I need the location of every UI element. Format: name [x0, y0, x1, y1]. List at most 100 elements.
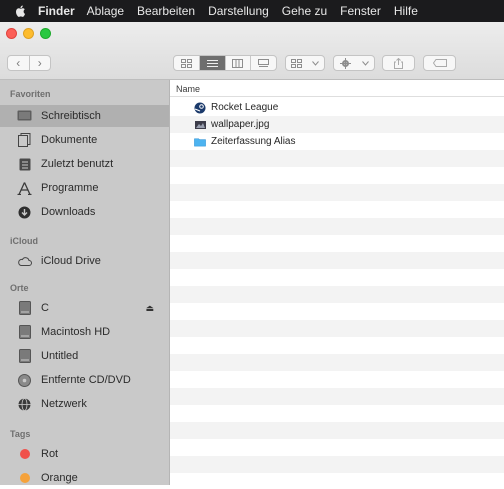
- file-row[interactable]: wallpaper.jpg: [170, 116, 504, 133]
- sidebar-item-c[interactable]: C ⏏: [0, 297, 169, 319]
- sidebar-item-label: Macintosh HD: [41, 326, 111, 338]
- menu-gehe-zu[interactable]: Gehe zu: [282, 4, 327, 18]
- sidebar-item-label: Schreibtisch: [41, 110, 101, 122]
- column-header-name[interactable]: Name: [170, 80, 504, 97]
- navigation-buttons: ‹ ›: [7, 55, 51, 71]
- window-controls: [6, 28, 51, 39]
- sidebar-item-tag-orange[interactable]: Orange: [0, 467, 169, 489]
- minimize-button[interactable]: [23, 28, 34, 39]
- edit-tags-button[interactable]: [423, 55, 456, 71]
- menu-fenster[interactable]: Fenster: [340, 4, 381, 18]
- share-button[interactable]: [382, 55, 415, 71]
- sidebar-item-label: Entfernte CD/DVD: [41, 374, 131, 386]
- menu-bar: Finder Ablage Bearbeiten Darstellung Geh…: [0, 0, 504, 22]
- window-toolbar: ‹ ›: [0, 22, 504, 80]
- action-menu-button[interactable]: [333, 55, 375, 71]
- drive-icon: [17, 325, 32, 339]
- sidebar-item-netzwerk[interactable]: Netzwerk: [0, 393, 169, 415]
- sidebar-item-programme[interactable]: Programme: [0, 177, 169, 199]
- file-name: wallpaper.jpg: [211, 119, 270, 130]
- chevron-down-icon: [312, 60, 319, 66]
- zoom-button[interactable]: [40, 28, 51, 39]
- close-button[interactable]: [6, 28, 17, 39]
- empty-row: [170, 456, 504, 473]
- sidebar-item-schreibtisch[interactable]: Schreibtisch: [0, 105, 169, 127]
- applications-icon: [17, 181, 32, 195]
- sidebar-item-macintosh-hd[interactable]: Macintosh HD: [0, 321, 169, 343]
- sidebar-item-label: Downloads: [41, 206, 96, 218]
- file-row[interactable]: Zeiterfassung Alias: [170, 133, 504, 150]
- file-name: Rocket League: [211, 102, 279, 113]
- icon-view-button[interactable]: [174, 56, 200, 70]
- empty-row: [170, 388, 504, 405]
- sidebar-item-tag-rot[interactable]: Rot: [0, 443, 169, 465]
- share-icon: [394, 57, 403, 69]
- menu-bearbeiten[interactable]: Bearbeiten: [137, 4, 195, 18]
- empty-row: [170, 337, 504, 354]
- icon-view-icon: [180, 58, 192, 68]
- empty-row: [170, 201, 504, 218]
- steam-icon: [194, 102, 206, 113]
- sidebar-item-dokumente[interactable]: Dokumente: [0, 129, 169, 151]
- sidebar-item-label: C: [41, 302, 49, 314]
- disc-icon: [17, 373, 32, 387]
- menu-finder[interactable]: Finder: [38, 4, 75, 18]
- column-view-button[interactable]: [226, 56, 252, 70]
- tag-color-dot: [19, 449, 30, 459]
- gallery-view-button[interactable]: [251, 56, 276, 70]
- empty-row: [170, 371, 504, 388]
- sidebar-item-zuletzt-benutzt[interactable]: Zuletzt benutzt: [0, 153, 169, 175]
- file-name: Zeiterfassung Alias: [211, 136, 296, 147]
- sidebar-item-label: Netzwerk: [41, 398, 87, 410]
- empty-row: [170, 286, 504, 303]
- sidebar-item-label: Rot: [41, 448, 59, 460]
- empty-row: [170, 439, 504, 456]
- cloud-icon: [17, 255, 32, 268]
- sidebar-section-locations: Orte: [10, 283, 29, 293]
- sidebar-section-favorites: Favoriten: [10, 89, 51, 99]
- back-button[interactable]: ‹: [8, 56, 30, 70]
- recents-icon: [17, 158, 32, 171]
- forward-button[interactable]: ›: [30, 56, 51, 70]
- empty-row: [170, 150, 504, 167]
- menu-ablage[interactable]: Ablage: [87, 4, 124, 18]
- folder-icon: [194, 136, 206, 147]
- sidebar-section-tags: Tags: [10, 429, 31, 439]
- drive-icon: [17, 349, 32, 363]
- sidebar-item-label: Dokumente: [41, 134, 98, 146]
- sidebar-item-entfernte-cd-dvd[interactable]: Entfernte CD/DVD: [0, 369, 169, 391]
- menu-darstellung[interactable]: Darstellung: [208, 4, 269, 18]
- sidebar-item-label: Orange: [41, 472, 78, 484]
- column-view-icon: [232, 58, 244, 68]
- empty-row: [170, 473, 504, 485]
- empty-row: [170, 269, 504, 286]
- orange-tag-icon: [17, 472, 32, 485]
- empty-row: [170, 218, 504, 235]
- red-tag-icon: [17, 448, 32, 461]
- sidebar-item-downloads[interactable]: Downloads: [0, 201, 169, 223]
- downloads-icon: [17, 206, 32, 219]
- drive-icon: [17, 301, 32, 315]
- menu-hilfe[interactable]: Hilfe: [394, 4, 418, 18]
- group-by-button[interactable]: [285, 55, 325, 71]
- list-view-button[interactable]: [199, 56, 226, 70]
- file-rows: Rocket League wallpaper.jpg Zeiterfassun…: [170, 99, 504, 485]
- grid-group-icon: [291, 58, 302, 68]
- sidebar-item-label: Zuletzt benutzt: [41, 158, 114, 170]
- network-icon: [17, 397, 32, 411]
- empty-row: [170, 405, 504, 422]
- list-view-icon: [206, 59, 218, 67]
- sidebar-item-untitled[interactable]: Untitled: [0, 345, 169, 367]
- eject-icon[interactable]: ⏏: [145, 303, 154, 314]
- image-file-icon: [194, 119, 206, 130]
- empty-row: [170, 354, 504, 371]
- empty-row: [170, 167, 504, 184]
- apple-icon[interactable]: [14, 4, 28, 18]
- sidebar-section-icloud: iCloud: [10, 236, 38, 246]
- sidebar-item-label: Programme: [41, 182, 99, 194]
- empty-row: [170, 252, 504, 269]
- gear-icon: [339, 57, 351, 69]
- empty-row: [170, 184, 504, 201]
- file-row[interactable]: Rocket League: [170, 99, 504, 116]
- sidebar-item-icloud-drive[interactable]: iCloud Drive: [0, 250, 169, 272]
